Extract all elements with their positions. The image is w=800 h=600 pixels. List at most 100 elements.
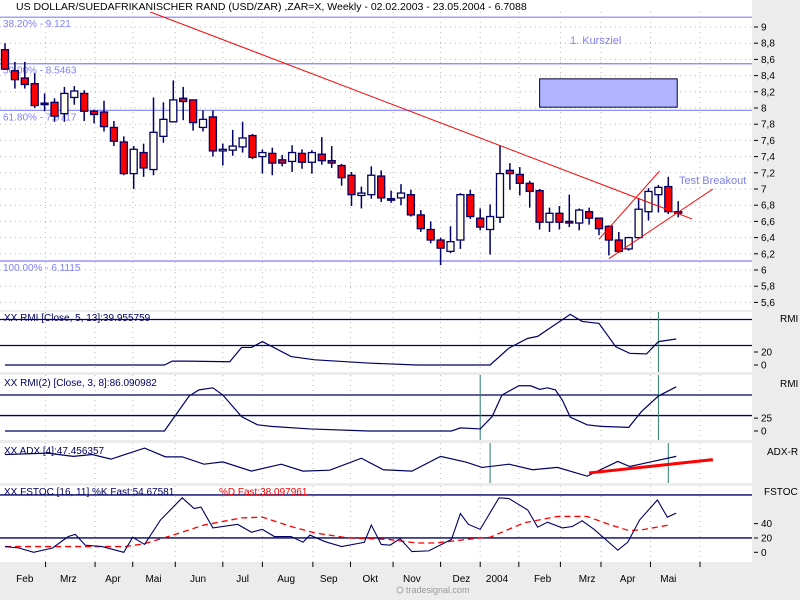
y-tick-label: 5,6 xyxy=(761,298,775,309)
candle-body xyxy=(396,192,406,199)
candle-body xyxy=(426,228,435,241)
candle-body xyxy=(109,126,119,142)
rmi1-label: XX RMI [Close, 5, 13]:39.955759 xyxy=(4,313,151,324)
x-tick-label: Apr xyxy=(620,574,636,585)
candle-body xyxy=(307,151,317,163)
candle-body xyxy=(654,186,663,196)
y-tick-label: 7,6 xyxy=(761,136,775,147)
candle-body xyxy=(50,101,59,117)
x-tick-label: Jun xyxy=(190,574,206,585)
candle-body xyxy=(149,131,158,171)
candle xyxy=(466,189,475,219)
adx-label: XX ADX [4]:47.456357 xyxy=(4,446,105,457)
candle-body xyxy=(357,192,366,197)
candle-body xyxy=(10,70,20,81)
y-tick-label: 7,4 xyxy=(761,152,775,163)
adx-panel xyxy=(0,443,752,483)
candle-body xyxy=(446,240,455,253)
candle-body xyxy=(40,102,49,106)
x-tick-label: Aug xyxy=(277,574,295,585)
candle-body xyxy=(297,152,307,163)
x-tick-label: Mai xyxy=(145,574,161,585)
rmi1-axis-label: RMI xyxy=(780,314,798,325)
x-tick-label: Sep xyxy=(320,574,338,585)
candle xyxy=(119,136,128,176)
y-tick-label: 0 xyxy=(761,427,767,438)
candle-body xyxy=(565,220,574,224)
candle-body xyxy=(614,239,623,253)
y-tick-label: 40 xyxy=(761,519,773,530)
candle-body xyxy=(456,194,465,241)
chart-title: US DOLLAR/SUEDAFRIKANISCHER RAND (USD/ZA… xyxy=(16,1,527,13)
fstoc-d-label: %D Fast:38.097961 xyxy=(219,487,308,498)
y-tick-label: 20 xyxy=(761,348,773,359)
y-tick-label: 6,8 xyxy=(761,201,775,212)
candle-body xyxy=(386,198,396,201)
y-tick-label: 25 xyxy=(761,414,773,425)
x-tick-label: Mai xyxy=(660,574,676,585)
candle-body xyxy=(139,151,148,169)
candle-body xyxy=(238,137,247,148)
candle-body xyxy=(584,211,594,219)
y-tick-label: 5,8 xyxy=(761,282,775,293)
target-box xyxy=(539,78,678,108)
candle-body xyxy=(70,90,79,99)
rmi2-label: XX RMI(2) [Close, 3, 8]:86.090982 xyxy=(4,378,157,389)
candle-body xyxy=(89,110,99,116)
candle-body xyxy=(287,151,297,163)
candle-body xyxy=(485,215,495,231)
candle-body xyxy=(505,169,515,175)
candle-body xyxy=(416,214,425,230)
candle-body xyxy=(248,134,257,159)
y-tick-label: 8,2 xyxy=(761,87,775,98)
candle-body xyxy=(535,189,544,223)
y-tick-label: 8 xyxy=(761,104,767,115)
y-tick-label: 0 xyxy=(761,548,767,559)
candle-body xyxy=(317,153,326,162)
fstoc-k-label: XX FSTOC [16, 11] %K Fast:54.67581 xyxy=(4,487,175,498)
candle-body xyxy=(129,148,138,175)
candle-body xyxy=(30,83,39,107)
candle-body xyxy=(367,174,376,196)
candle-body xyxy=(0,49,10,70)
footer-brand: tradesignal.com xyxy=(406,585,470,595)
adx-axis-label: ADX-R xyxy=(767,447,798,458)
x-tick-label: Nov xyxy=(403,574,421,585)
candle-body xyxy=(436,239,445,249)
candle-body xyxy=(634,208,643,239)
fstoc-axis-label: FSTOC xyxy=(764,487,798,498)
candle-body xyxy=(20,77,29,86)
candle xyxy=(208,110,218,157)
x-tick-label: 2004 xyxy=(486,574,509,585)
y-tick-label: 7 xyxy=(761,185,767,196)
y-tick-label: 6,4 xyxy=(761,233,775,244)
candle-body xyxy=(406,194,416,216)
candle-body xyxy=(60,92,69,115)
rmi2-axis-label: RMI xyxy=(780,379,798,390)
candle-body xyxy=(594,217,604,230)
candle-body xyxy=(555,212,564,223)
y-tick-label: 6,6 xyxy=(761,217,775,228)
annotation-test-breakout: Test Breakout xyxy=(679,175,746,187)
y-tick-label: 20 xyxy=(761,533,773,544)
candle-body xyxy=(545,212,554,223)
y-tick-label: 6,2 xyxy=(761,249,775,260)
annotation-kursziel: 1. Kursziel xyxy=(570,35,621,47)
y-tick-label: 8,4 xyxy=(761,71,775,82)
candle-body xyxy=(476,217,485,228)
y-tick-label: 7,8 xyxy=(761,120,775,131)
candle-body xyxy=(218,148,227,152)
candle-body xyxy=(575,209,584,224)
fib-level-label: 38.20% - 9.121 xyxy=(3,19,71,30)
candle-body xyxy=(495,172,505,219)
candle-body xyxy=(525,182,534,193)
y-tick-label: 6 xyxy=(761,266,767,277)
x-tick-label: Okt xyxy=(363,574,379,585)
candle-body xyxy=(278,159,287,164)
x-tick-label: Feb xyxy=(16,574,34,585)
candle-body xyxy=(208,116,218,152)
x-tick-label: Feb xyxy=(534,574,552,585)
candle-body xyxy=(228,145,237,151)
candle-body xyxy=(347,174,356,196)
candle xyxy=(456,193,465,249)
